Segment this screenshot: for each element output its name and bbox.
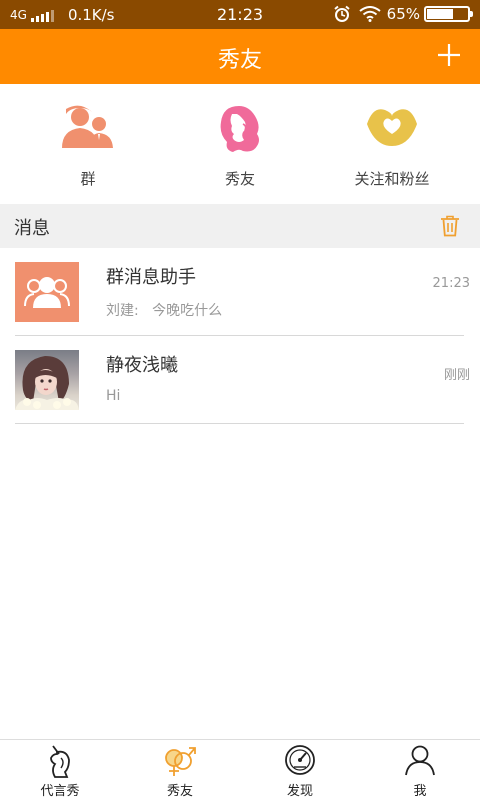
list-item[interactable]: 群消息助手 刘建: 今晚吃什么 21:23 bbox=[0, 248, 480, 336]
conversation-name: 群消息助手 bbox=[106, 267, 196, 288]
person-icon bbox=[405, 745, 435, 776]
divider bbox=[15, 423, 464, 424]
avatar bbox=[15, 350, 79, 410]
user-photo bbox=[15, 350, 79, 410]
message-time: 刚刚 bbox=[443, 368, 470, 383]
nav-label: 代言秀 bbox=[40, 784, 80, 799]
unicorn-icon bbox=[50, 745, 70, 778]
avatar bbox=[15, 262, 79, 322]
bottom-nav: 代言秀 秀友 发现 我 bbox=[0, 739, 480, 800]
app-header: 秀友 bbox=[0, 29, 480, 84]
alarm-icon bbox=[334, 5, 350, 22]
battery-icon bbox=[424, 6, 473, 22]
gender-symbols-icon bbox=[165, 747, 196, 776]
message-preview: Hi bbox=[106, 388, 121, 404]
category-label: 关注和粉丝 bbox=[354, 170, 430, 188]
list-item[interactable]: 静夜浅曦 Hi 刚刚 bbox=[0, 336, 480, 424]
female-profile-icon bbox=[220, 106, 259, 152]
conversation-name: 静夜浅曦 bbox=[106, 355, 178, 376]
message-preview: 刘建: 今晚吃什么 bbox=[106, 303, 223, 319]
message-time: 21:23 bbox=[432, 276, 470, 291]
wifi-icon bbox=[359, 6, 381, 22]
category-friends[interactable]: 秀友 bbox=[160, 84, 320, 204]
status-bar: 4G 0.1K/s 21:23 65% bbox=[0, 0, 480, 29]
nav-item-xiuyou[interactable]: 秀友 bbox=[120, 740, 240, 800]
nav-item-me[interactable]: 我 bbox=[360, 740, 480, 800]
category-row: 群 秀友 关注和粉丝 bbox=[0, 84, 480, 204]
messages-section-header: 消息 bbox=[0, 204, 480, 248]
lips-heart-icon bbox=[367, 109, 417, 146]
status-right: 65% bbox=[333, 5, 473, 23]
nav-label: 秀友 bbox=[166, 784, 193, 799]
plus-icon[interactable] bbox=[436, 42, 462, 68]
battery-percent: 65% bbox=[386, 5, 420, 23]
category-label: 秀友 bbox=[224, 170, 255, 188]
category-group[interactable]: 群 bbox=[8, 84, 168, 204]
trash-icon[interactable] bbox=[440, 215, 460, 237]
category-label: 群 bbox=[80, 170, 96, 188]
page-title: 秀友 bbox=[217, 48, 262, 73]
group-avatar-icon bbox=[15, 262, 79, 322]
message-list: 群消息助手 刘建: 今晚吃什么 21:23 静夜浅曦 Hi 刚刚 bbox=[0, 248, 480, 424]
compass-gauge-icon bbox=[285, 745, 315, 775]
group-icon bbox=[62, 105, 113, 148]
nav-item-discover[interactable]: 发现 bbox=[240, 740, 360, 800]
section-title: 消息 bbox=[14, 218, 50, 239]
category-follow[interactable]: 关注和粉丝 bbox=[312, 84, 472, 204]
nav-item-daiyanxiu[interactable]: 代言秀 bbox=[0, 740, 120, 800]
nav-label: 发现 bbox=[286, 784, 313, 799]
nav-label: 我 bbox=[413, 784, 427, 799]
